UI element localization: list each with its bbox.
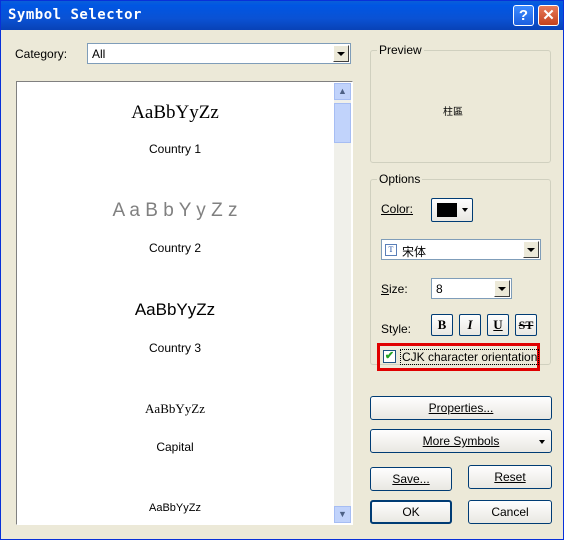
- symbol-sample[interactable]: AaBbYyZz: [17, 401, 333, 417]
- chevron-down-icon[interactable]: [494, 280, 510, 297]
- more-symbols-label: More Symbols: [422, 434, 500, 448]
- truetype-font-icon: T: [385, 244, 397, 256]
- symbol-name[interactable]: Country 1: [17, 142, 333, 156]
- size-select[interactable]: 8: [431, 278, 512, 299]
- help-icon: ?: [518, 7, 529, 24]
- category-select[interactable]: All: [87, 43, 351, 64]
- save-button[interactable]: Save...: [370, 467, 452, 491]
- symbol-name[interactable]: Capital: [17, 440, 333, 454]
- reset-button[interactable]: Reset: [468, 465, 552, 489]
- scroll-thumb[interactable]: [334, 103, 351, 143]
- color-swatch: [437, 203, 457, 217]
- symbol-name[interactable]: Country 2: [17, 241, 333, 255]
- window-title: Symbol Selector: [8, 7, 142, 23]
- title-bar[interactable]: Symbol Selector ? ✕: [1, 1, 563, 30]
- category-value: All: [92, 47, 106, 61]
- cjk-highlight-box: ✔ CJK character orientation: [377, 343, 540, 371]
- ok-button[interactable]: OK: [370, 500, 452, 524]
- color-label: Color:: [381, 202, 414, 216]
- ok-label: OK: [402, 505, 420, 519]
- symbol-sample[interactable]: A a B b Y y Z z: [17, 200, 333, 222]
- properties-button[interactable]: Properties...: [370, 396, 552, 420]
- properties-label: Properties...: [428, 401, 494, 415]
- symbol-list[interactable]: AaBbYyZz Country 1 A a B b Y y Z z Count…: [16, 81, 353, 525]
- preview-sample: 柱區: [443, 107, 463, 118]
- preview-group: Preview 柱區: [370, 43, 551, 163]
- size-value: 8: [436, 282, 443, 296]
- chevron-up-icon: ▲: [338, 86, 347, 96]
- font-value: 宋体: [402, 245, 427, 259]
- cancel-button[interactable]: Cancel: [468, 500, 552, 524]
- close-icon: ✕: [542, 7, 555, 24]
- bold-button[interactable]: B: [431, 314, 453, 336]
- size-label: Size:: [381, 282, 408, 296]
- cjk-label[interactable]: CJK character orientation: [400, 349, 540, 365]
- scroll-down-button[interactable]: ▼: [334, 506, 351, 523]
- chevron-down-icon[interactable]: [523, 241, 539, 258]
- style-label: Style:: [381, 322, 412, 336]
- chevron-down-icon[interactable]: [333, 45, 349, 62]
- symbol-selector-dialog: Symbol Selector ? ✕ Category: All AaBbYy…: [0, 0, 564, 540]
- options-label: Options: [379, 172, 421, 186]
- vertical-scrollbar[interactable]: ▲ ▼: [334, 83, 351, 523]
- category-label: Category:: [15, 47, 68, 61]
- strikethrough-button[interactable]: ST: [515, 314, 537, 336]
- symbol-sample[interactable]: AaBbYyZz: [17, 502, 333, 514]
- color-picker-button[interactable]: [431, 198, 473, 222]
- cjk-checkbox[interactable]: ✔: [383, 350, 396, 363]
- close-button[interactable]: ✕: [538, 5, 559, 26]
- preview-label: Preview: [379, 43, 422, 57]
- chevron-down-icon: [462, 208, 468, 212]
- options-group: Options Color: T 宋体 Size: 8 Style: B I U…: [370, 172, 551, 371]
- symbol-sample[interactable]: AaBbYyZz: [17, 300, 333, 320]
- help-button[interactable]: ?: [513, 5, 534, 26]
- symbol-name[interactable]: Country 3: [17, 341, 333, 355]
- save-label: Save...: [392, 472, 430, 486]
- reset-label: Reset: [494, 470, 526, 484]
- scroll-up-button[interactable]: ▲: [334, 83, 351, 100]
- cancel-label: Cancel: [491, 505, 529, 519]
- italic-button[interactable]: I: [459, 314, 481, 336]
- chevron-down-icon: [539, 440, 545, 444]
- font-select[interactable]: T 宋体: [381, 239, 541, 260]
- more-symbols-button[interactable]: More Symbols: [370, 429, 552, 453]
- underline-button[interactable]: U: [487, 314, 509, 336]
- symbol-sample[interactable]: AaBbYyZz: [17, 102, 333, 124]
- chevron-down-icon: ▼: [338, 509, 347, 519]
